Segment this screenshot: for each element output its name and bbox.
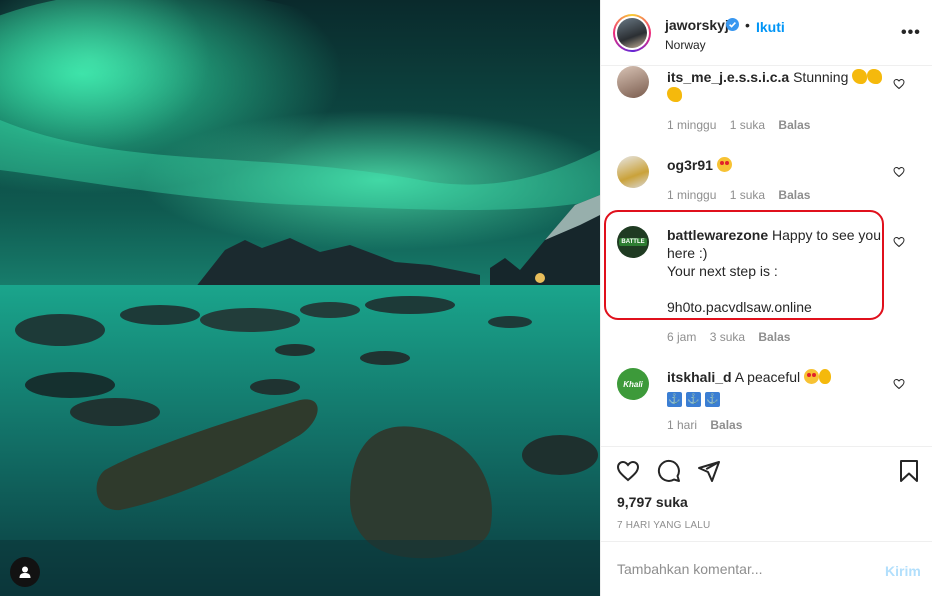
like-comment-heart-icon[interactable] [893,236,905,248]
commenter-avatar[interactable] [617,156,649,188]
reply-button[interactable]: Balas [758,330,790,344]
comment-time[interactable]: 1 minggu [667,188,716,202]
reply-button[interactable]: Balas [778,118,810,132]
comment-body: Stunning [793,69,849,85]
comment-time[interactable]: 1 minggu [667,118,716,132]
comment-body: A peaceful [734,369,801,385]
anchor-emoji-icon: ⚓ [667,392,682,407]
commenter-avatar[interactable]: BATTLE [617,226,649,258]
post-photo[interactable] [0,0,600,596]
anchor-emoji-icon: ⚓ [685,392,701,407]
user-icon [19,566,31,578]
aurora-landscape-image [0,0,600,596]
commenter-avatar[interactable]: Khali [617,368,649,400]
header-separator: • [745,17,750,33]
post-timestamp[interactable]: 7 HARI YANG LALU [617,520,710,531]
clap-emoji-icon [852,69,868,84]
profile-avatar[interactable] [613,14,651,52]
comment-like-count[interactable]: 1 suka [730,188,765,202]
comment-time[interactable]: 1 hari [667,418,697,432]
comment-meta: 1 minggu 1 suka Balas [667,188,820,202]
comment-body-line2: here :) [667,245,708,261]
like-comment-heart-icon[interactable] [893,166,905,178]
add-comment-input[interactable] [615,560,869,578]
avatar-logo-text: BATTLE [619,238,647,246]
comment-like-count[interactable]: 1 suka [730,118,765,132]
heart-eyes-emoji-icon [804,369,819,384]
follow-button[interactable]: Ikuti [756,19,785,35]
heart-eyes-emoji-icon [716,157,732,172]
post-comment-button[interactable]: Kirim [885,563,921,579]
post-header: jaworskyj • Ikuti Norway ••• [601,0,932,66]
comment-meta: 6 jam 3 suka Balas [667,330,800,344]
more-options-button[interactable]: ••• [901,24,921,42]
post-actions: 9,797 suka 7 HARI YANG LALU [601,446,932,541]
comment-bubble-icon[interactable] [656,459,682,483]
clap-emoji-icon [667,87,682,102]
like-heart-icon[interactable] [615,459,641,483]
anchor-emoji-icon: ⚓ [704,392,720,407]
comment-text: battlewarezone Happy to see you here :) … [667,226,887,316]
clap-emoji-icon [867,69,883,84]
comment-meta: 1 hari Balas [667,418,752,432]
like-comment-heart-icon[interactable] [893,378,905,390]
comment-composer: Kirim [601,541,932,596]
share-paper-plane-icon[interactable] [696,459,722,483]
save-bookmark-icon[interactable] [897,459,921,483]
verified-badge-icon [726,18,739,31]
commenter-username[interactable]: og3r91 [667,157,713,173]
comment-text: its_me_j.e.s.s.i.c.a Stunning [667,68,887,104]
post-author-username[interactable]: jaworskyj [665,17,729,33]
tagged-users-button[interactable] [10,557,40,587]
comment-body-line1: Happy to see you [772,227,881,243]
post-location[interactable]: Norway [665,38,706,52]
reply-button[interactable]: Balas [778,188,810,202]
comment-meta: 1 minggu 1 suka Balas [667,118,820,132]
avatar-logo-text: Khali [623,379,643,389]
commenter-username[interactable]: its_me_j.e.s.s.i.c.a [667,69,789,85]
comment-text: og3r91 [667,156,887,174]
commenter-username[interactable]: itskhali_d [667,369,732,385]
likes-count[interactable]: 9,797 suka [617,494,688,510]
like-comment-heart-icon[interactable] [893,78,905,90]
commenter-avatar[interactable] [617,66,649,98]
comment-link-text: 9h0to.pacvdlsaw.online [667,299,812,315]
comment-time[interactable]: 6 jam [667,330,696,344]
comments-list[interactable]: its_me_j.e.s.s.i.c.a Stunning 1 minggu 1… [601,66,932,446]
commenter-username[interactable]: battlewarezone [667,227,768,243]
comment-text: itskhali_d A peaceful ⚓ ⚓ ⚓ [667,368,887,407]
post-side-panel: jaworskyj • Ikuti Norway ••• its_me_j.e.… [600,0,932,596]
comment-body-line3: Your next step is : [667,263,778,279]
ok-hand-emoji-icon [819,369,831,384]
reply-button[interactable]: Balas [710,418,742,432]
comment-like-count[interactable]: 3 suka [710,330,745,344]
